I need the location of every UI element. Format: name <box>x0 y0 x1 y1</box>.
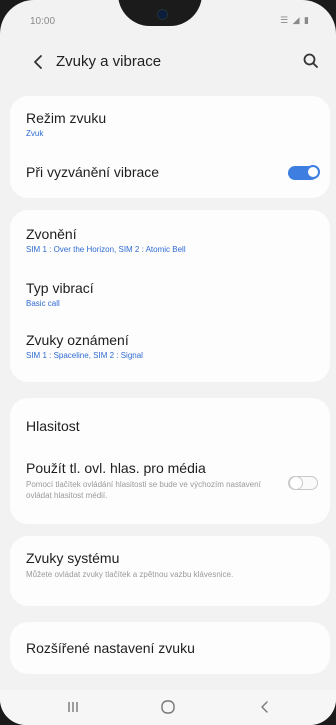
recents-icon[interactable] <box>62 696 84 718</box>
setting-media-volume-keys[interactable]: Použít tl. ovl. hlas. pro média Pomocí t… <box>10 448 330 524</box>
system-sounds-desc: Můžete ovládat zvuky tlačítek a zpětnou … <box>26 570 234 579</box>
toggle-knob <box>289 475 303 490</box>
notification-sounds-value: SIM 1 : Spaceline, SIM 2 : Signal <box>26 351 143 360</box>
setting-advanced-sound[interactable]: Rozšířené nastavení zvuku <box>10 622 330 674</box>
media-volume-keys-desc: Pomocí tlačítek ovládání hlasitosti se b… <box>26 480 261 500</box>
home-icon[interactable] <box>157 696 179 718</box>
vibration-type-value: Basic call <box>26 299 60 308</box>
notification-sounds-title: Zvuky oznámení <box>26 332 129 348</box>
navigation-bar <box>0 690 336 725</box>
setting-vibration-type[interactable]: Typ vibrací Basic call <box>10 266 330 322</box>
sound-mode-title: Režim zvuku <box>26 110 107 126</box>
status-icons: ☰ ◢ ▮ <box>280 15 310 25</box>
card-ringtones: Zvonění SIM 1 : Over the Horizon, SIM 2 … <box>10 210 330 382</box>
toggle-knob <box>306 165 320 179</box>
phone-screen: 10:00 ☰ ◢ ▮ Zvuky a vibrace Režim zvuku … <box>0 0 336 725</box>
sound-mode-value: Zvuk <box>26 129 44 138</box>
setting-volume[interactable]: Hlasitost <box>10 398 330 448</box>
advanced-sound-title: Rozšířené nastavení zvuku <box>26 640 195 656</box>
front-camera <box>158 10 167 19</box>
setting-sound-mode[interactable]: Režim zvuku Zvuk <box>10 96 330 152</box>
card-system-sounds: Zvuky systému Můžete ovládat zvuky tlačí… <box>10 536 330 606</box>
volume-title: Hlasitost <box>26 418 80 434</box>
media-volume-keys-toggle[interactable] <box>288 475 318 490</box>
app-bar: Zvuky a vibrace <box>0 42 336 82</box>
setting-ringtone[interactable]: Zvonění SIM 1 : Over the Horizon, SIM 2 … <box>10 210 330 266</box>
card-advanced-sound: Rozšířené nastavení zvuku <box>10 622 330 674</box>
vibration-type-title: Typ vibrací <box>26 280 94 296</box>
card-sound-mode: Režim zvuku Zvuk Při vyzvánění vibrace <box>10 96 330 198</box>
nav-back-icon[interactable] <box>254 696 276 718</box>
search-icon[interactable] <box>302 52 320 70</box>
status-time: 10:00 <box>30 16 56 27</box>
setting-system-sounds[interactable]: Zvuky systému Můžete ovládat zvuky tlačí… <box>10 536 330 606</box>
system-sounds-title: Zvuky systému <box>26 550 120 566</box>
card-volume: Hlasitost Použít tl. ovl. hlas. pro médi… <box>10 398 330 524</box>
media-volume-keys-title: Použít tl. ovl. hlas. pro média <box>26 460 206 476</box>
setting-notification-sounds[interactable]: Zvuky oznámení SIM 1 : Spaceline, SIM 2 … <box>10 322 330 382</box>
chevron-left-icon[interactable] <box>30 52 48 72</box>
vibrate-on-ring-toggle[interactable] <box>288 165 320 180</box>
ringtone-title: Zvonění <box>26 226 77 242</box>
ringtone-value: SIM 1 : Over the Horizon, SIM 2 : Atomic… <box>26 245 186 254</box>
setting-vibrate-on-ring[interactable]: Při vyzvánění vibrace <box>10 152 330 198</box>
vibrate-on-ring-title: Při vyzvánění vibrace <box>26 164 160 180</box>
page-title: Zvuky a vibrace <box>56 53 162 70</box>
